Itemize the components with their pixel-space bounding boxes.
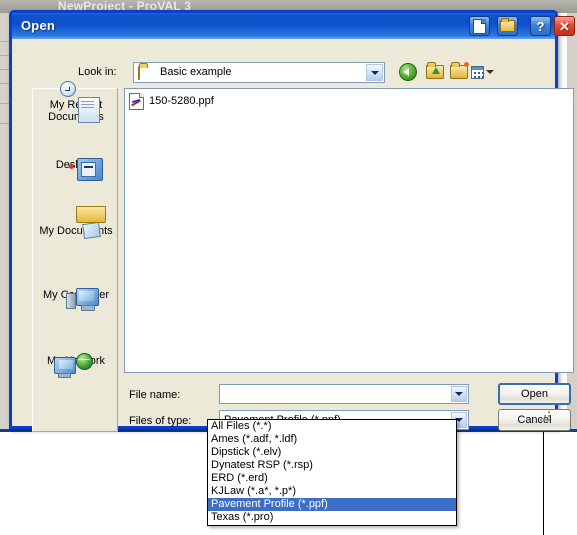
background-window-vertical-rule — [543, 432, 544, 535]
views-button[interactable] — [471, 61, 494, 83]
resize-grip[interactable] — [540, 411, 552, 423]
new-folder-button[interactable] — [497, 16, 518, 36]
page-icon — [473, 18, 486, 34]
files-of-type-label: Files of type: — [129, 415, 192, 427]
back-button[interactable] — [396, 61, 419, 83]
files-of-type-dropdown-list[interactable]: All Files (*.*) Ames (*.adf, *.ldf) Dipsti… — [207, 419, 457, 526]
close-icon: ✕ — [559, 18, 570, 34]
files-of-type-option[interactable]: Ames (*.adf, *.ldf) — [208, 433, 456, 446]
new-folder-icon — [449, 62, 469, 79]
files-of-type-option[interactable]: All Files (*.*) — [208, 420, 456, 433]
open-file-dialog: Open ? ✕ Look in: Basic example My Recen… — [9, 10, 575, 432]
views-grid-icon — [471, 65, 484, 79]
file-item-label: 150-5280.ppf — [149, 95, 214, 107]
cancel-button[interactable]: Cancel — [498, 409, 571, 431]
files-of-type-option[interactable]: Pavement Profile (*.ppf) — [208, 498, 456, 511]
question-icon: ? — [536, 18, 545, 34]
close-button[interactable]: ✕ — [554, 16, 575, 36]
look-in-value: Basic example — [160, 66, 232, 78]
file-name-label: File name: — [129, 389, 181, 401]
folder-up-icon — [425, 62, 444, 79]
sidebar-item-my-documents[interactable]: My Documents — [34, 206, 118, 240]
look-in-dropdown-arrow[interactable] — [366, 64, 383, 81]
ppf-file-icon — [129, 92, 144, 110]
places-bar: My Recent Documents Desktop My Documents — [32, 81, 118, 432]
files-of-type-option[interactable]: Dynatest RSP (*.rsp) — [208, 459, 456, 472]
file-name-input[interactable] — [219, 384, 469, 404]
dialog-titlebar[interactable]: Open ? ✕ — [12, 13, 575, 39]
look-in-label: Look in: — [78, 66, 117, 78]
up-one-level-button[interactable] — [423, 61, 446, 83]
sidebar-item-desktop[interactable]: Desktop — [34, 157, 118, 181]
sidebar-item-my-computer[interactable]: My Computer — [34, 287, 118, 311]
screen: NewProject - ProVAL 3 Open ? ✕ Look in: … — [0, 0, 577, 535]
sidebar-item-my-network[interactable]: My Network — [34, 353, 118, 378]
files-of-type-option[interactable]: Dipstick (*.elv) — [208, 446, 456, 459]
sidebar-item-label: My Documents — [39, 225, 113, 237]
list-item[interactable]: 150-5280.ppf — [129, 92, 214, 110]
files-of-type-option[interactable]: ERD (*.erd) — [208, 472, 456, 485]
files-of-type-option[interactable]: KJLaw (*.a*, *.p*) — [208, 485, 456, 498]
sidebar-item-my-recent-documents[interactable]: My Recent Documents — [34, 81, 118, 123]
back-arrow-icon — [398, 63, 417, 81]
new-document-button[interactable] — [469, 16, 490, 36]
files-of-type-option[interactable]: Texas (*.pro) — [208, 511, 456, 524]
background-window-canvas-right — [563, 432, 567, 535]
file-list-pane[interactable]: 150-5280.ppf — [124, 88, 574, 373]
file-name-dropdown-arrow[interactable] — [451, 386, 467, 402]
dialog-title: Open — [21, 18, 56, 33]
help-button[interactable]: ? — [530, 16, 551, 36]
look-in-combobox[interactable]: Basic example — [133, 62, 385, 83]
chevron-down-icon — [486, 70, 494, 74]
create-new-folder-button[interactable] — [447, 61, 470, 83]
open-button[interactable]: Open — [498, 383, 571, 405]
open-folder-icon — [138, 66, 140, 80]
folder-icon — [500, 18, 515, 32]
